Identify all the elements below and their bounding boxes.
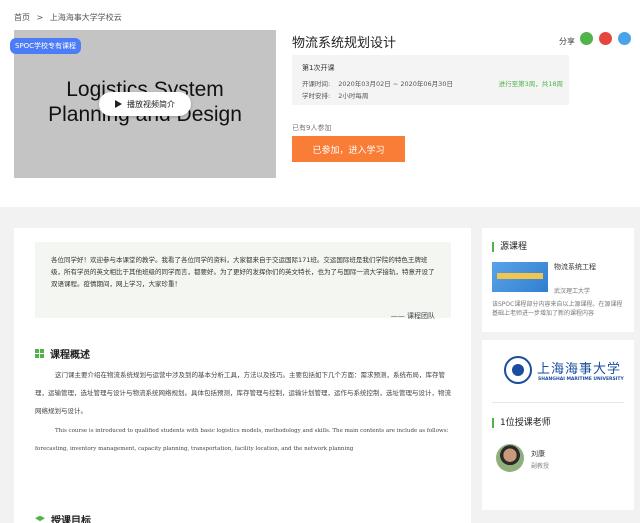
source-course-card: 源课程 物流系统工程 武汉理工大学 该SPOC课程部分内容来自以上源课程。在源课… xyxy=(482,228,634,332)
schedule-row: 学时安排: 2小时每周 xyxy=(302,90,368,100)
teacher-avatar[interactable] xyxy=(496,444,524,472)
goal-title: 授课目标 xyxy=(51,516,91,523)
university-seal-icon xyxy=(504,356,532,384)
breadcrumb-current[interactable]: 上海海事大学学校云 xyxy=(50,13,122,22)
qq-share-icon[interactable] xyxy=(618,32,631,45)
overview-cn-text: 这门课主要介绍在物流系统规划与运营中涉及到的基本分析工具，方法以及技巧。主要包括… xyxy=(35,371,451,415)
course-header: 首页 > 上海海事大学学校云 Logistics System Planning… xyxy=(0,0,640,207)
schedule-value: 2小时每周 xyxy=(338,92,369,100)
university-name-cn: 上海海事大学 xyxy=(537,362,622,377)
teacher-role: 副教授 xyxy=(531,463,550,470)
play-intro-button[interactable]: 播放视频简介 xyxy=(99,92,191,116)
enter-study-button[interactable]: 已参加，进入学习 xyxy=(292,136,405,162)
source-course-note: 该SPOC课程部分内容来自以上源课程。在源课程基础上老师进一步增加了新的课程内容 xyxy=(492,301,623,317)
graduation-cap-icon xyxy=(35,515,45,522)
schedule-label: 学时安排: xyxy=(302,92,331,100)
source-course-title: 源课程 xyxy=(492,242,527,252)
teacher-card: 上海海事大学 SHANGHAI MARITIME UNIVERSITY 1位授课… xyxy=(482,340,634,510)
grid-icon xyxy=(35,349,44,358)
university-name-en: SHANGHAI MARITIME UNIVERSITY xyxy=(538,377,624,382)
wechat-share-icon[interactable] xyxy=(580,32,593,45)
university-logo[interactable]: 上海海事大学 SHANGHAI MARITIME UNIVERSITY xyxy=(504,356,624,386)
play-intro-label: 播放视频简介 xyxy=(127,99,175,109)
play-icon xyxy=(115,100,122,108)
term-label: 第1次开课 xyxy=(302,64,335,72)
goal-heading: 授课目标 xyxy=(35,512,91,523)
breadcrumb: 首页 > 上海海事大学学校云 xyxy=(14,12,126,23)
intro-message: 各位同学好！欢迎参与本课堂的教学。我看了各位同学的资料，大家都来自于交运国际17… xyxy=(35,242,451,320)
course-time-row: 开课时间: 2020年03月02日 ~ 2020年06月30日 xyxy=(302,78,453,88)
course-title: 物流系统规划设计 xyxy=(292,36,397,51)
overview-title: 课程概述 xyxy=(50,350,90,361)
spoc-badge: SPOC学校专有课程 xyxy=(10,38,82,54)
source-course-name[interactable]: 物流系统工程 xyxy=(554,262,596,272)
term-info-box: 第1次开课 开课时间: 2020年03月02日 ~ 2020年06月30日 学时安… xyxy=(292,55,569,105)
intro-signature: —— 课程团队 xyxy=(390,312,435,320)
joined-count: 已有9人参加 xyxy=(292,124,332,132)
teacher-name[interactable]: 刘康 xyxy=(531,449,545,459)
intro-text: 各位同学好！欢迎参与本课堂的教学。我看了各位同学的资料，大家都来自于交运国际17… xyxy=(51,256,435,288)
course-progress: 进行至第3周，共18周 xyxy=(498,80,563,88)
overview-heading: 课程概述 xyxy=(35,346,90,361)
teachers-title: 1位授课老师 xyxy=(492,418,551,428)
course-time-label: 开课时间: xyxy=(302,80,331,88)
course-detail-panel: 各位同学好！欢迎参与本课堂的教学。我看了各位同学的资料，大家都来自于交运国际17… xyxy=(14,228,471,523)
course-time-value: 2020年03月02日 ~ 2020年06月30日 xyxy=(338,80,453,88)
breadcrumb-home[interactable]: 首页 xyxy=(14,13,30,22)
weibo-share-icon[interactable] xyxy=(599,32,612,45)
source-course-thumbnail[interactable] xyxy=(492,262,548,292)
overview-content: 这门课主要介绍在物流系统规划与运营中涉及到的基本分析工具，方法以及技巧。主要包括… xyxy=(35,366,455,458)
source-course-school: 武汉理工大学 xyxy=(554,288,591,295)
divider xyxy=(492,402,624,403)
share-label: 分享 xyxy=(559,37,575,46)
breadcrumb-separator: > xyxy=(36,13,44,22)
overview-en-text: This course is introduced to qualified s… xyxy=(35,428,449,452)
